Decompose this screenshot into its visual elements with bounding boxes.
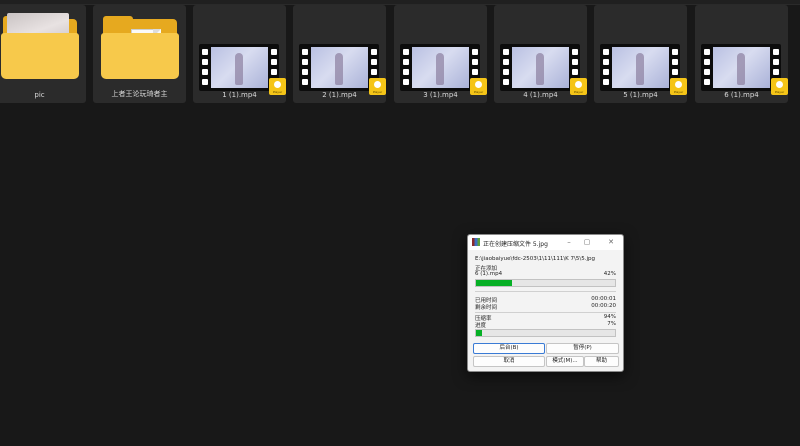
progress-value: 7% (607, 321, 616, 327)
minimize-icon[interactable]: – (562, 237, 576, 248)
adding-row: 正在添加 (475, 264, 616, 272)
file-name: 5 (1).mp4 (623, 91, 658, 99)
video-file-tile[interactable]: Player 5 (1).mp4 (594, 5, 687, 103)
folder-icon (1, 33, 79, 79)
archive-path: E:\jiaobaiyue\fdc-2503\1\11\111\K 7\5\5.… (475, 256, 595, 262)
maximize-icon[interactable]: ▢ (580, 237, 594, 248)
file-name: pic (34, 91, 45, 99)
background-button[interactable]: 后台(B) (473, 343, 545, 354)
file-name: 4 (1).mp4 (523, 91, 558, 99)
folder-tile[interactable]: pic (0, 5, 86, 103)
total-progress-bar (475, 329, 616, 337)
video-file-tile[interactable]: Player 2 (1).mp4 (293, 5, 386, 103)
divider (475, 291, 616, 292)
progress-row: 进度 7% (475, 321, 616, 329)
current-file-name: 6 (1).mp4 (475, 271, 503, 277)
ratio-row: 压缩率 94% (475, 314, 616, 322)
video-thumbnail (701, 44, 781, 91)
mode-button[interactable]: 模式(M)... (546, 356, 584, 367)
folder-tile[interactable]: 上者王论玩琦者主 (93, 5, 186, 103)
video-thumbnail (500, 44, 580, 91)
dialog-titlebar[interactable]: 正在创建压缩文件 5.jpg – ▢ ✕ (468, 235, 623, 250)
file-name: 1 (1).mp4 (222, 91, 257, 99)
dialog-title: 正在创建压缩文件 5.jpg (483, 241, 548, 248)
ratio-value: 94% (603, 314, 616, 320)
video-thumbnail (299, 44, 379, 91)
remaining-label: 剩余时间 (475, 305, 498, 311)
file-name: 3 (1).mp4 (423, 91, 458, 99)
total-progress-fill (476, 330, 482, 336)
divider (475, 312, 616, 313)
file-progress-bar (475, 279, 616, 287)
file-name: 上者王论玩琦者主 (111, 90, 168, 98)
close-icon[interactable]: ✕ (604, 237, 618, 248)
progress-label: 进度 (475, 323, 487, 329)
video-thumbnail (199, 44, 279, 91)
elapsed-row: 已用时间 00:00:01 (475, 296, 616, 304)
current-file-row: 6 (1).mp4 42% (475, 271, 616, 278)
help-button[interactable]: 帮助 (584, 356, 619, 367)
elapsed-value: 00:00:01 (591, 296, 616, 302)
winrar-app-icon (472, 238, 480, 246)
cancel-button[interactable]: 取消 (473, 356, 545, 367)
file-name: 6 (1).mp4 (724, 91, 759, 99)
video-file-tile[interactable]: Player 3 (1).mp4 (394, 5, 487, 103)
remaining-value: 00:00:20 (591, 303, 616, 309)
file-progress-fill (476, 280, 513, 286)
remaining-row: 剩余时间 00:00:20 (475, 303, 616, 311)
video-thumbnail (600, 44, 680, 91)
video-file-tile[interactable]: Player 4 (1).mp4 (494, 5, 587, 103)
winrar-progress-dialog: 正在创建压缩文件 5.jpg – ▢ ✕ E:\jiaobaiyue\fdc-2… (467, 234, 624, 372)
video-thumbnail (400, 44, 480, 91)
file-name: 2 (1).mp4 (322, 91, 357, 99)
video-file-tile[interactable]: Player 6 (1).mp4 (695, 5, 788, 103)
folder-icon (101, 33, 179, 79)
file-percent: 42% (603, 271, 616, 277)
pause-button[interactable]: 暂停(P) (546, 343, 619, 354)
video-file-tile[interactable]: Player 1 (1).mp4 (193, 5, 286, 103)
